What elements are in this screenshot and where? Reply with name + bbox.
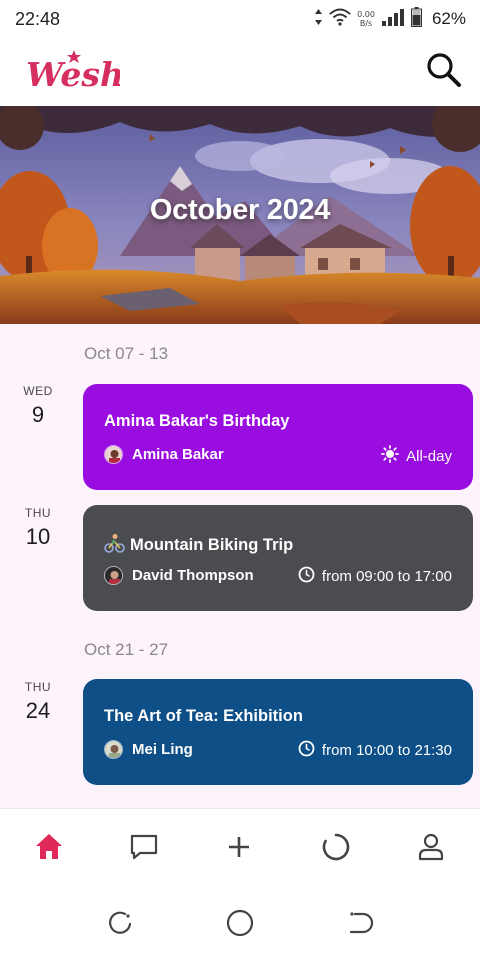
person-name: David Thompson	[132, 567, 254, 584]
app-logo[interactable]: Wesh	[24, 48, 124, 98]
back-icon	[349, 912, 374, 934]
week-label: Oct 21 - 27	[84, 640, 169, 659]
event-date: THU 10	[10, 506, 66, 550]
event-title-row: Mountain Biking Trip	[104, 533, 293, 558]
nav-activity[interactable]	[319, 830, 353, 864]
clock-icon	[298, 740, 315, 761]
day-number: 9	[31, 402, 45, 427]
system-navigation-bar	[0, 884, 480, 960]
person-name: Amina Bakar	[132, 446, 224, 463]
nav-home[interactable]	[32, 830, 66, 864]
person-name: Mei Ling	[132, 741, 193, 758]
day-number: 10	[25, 524, 51, 549]
home-button[interactable]	[225, 908, 255, 938]
status-icons: 0.00 B/s 62%	[314, 6, 466, 32]
event-date: THU 24	[10, 680, 66, 724]
event-person: Amina Bakar	[104, 445, 224, 464]
time-text: from 10:00 to 21:30	[321, 742, 452, 759]
search-icon	[427, 53, 461, 87]
event-time: from 10:00 to 21:30	[298, 740, 452, 761]
event-time: All-day	[381, 445, 452, 467]
recents-button[interactable]	[105, 908, 135, 938]
back-button[interactable]	[345, 908, 375, 938]
event-title: The Art of Tea: Exhibition	[104, 707, 303, 725]
time-text: All-day	[406, 447, 452, 465]
month-title: October 2024	[149, 194, 331, 226]
clock-icon	[298, 566, 315, 587]
sun-icon	[381, 445, 400, 467]
event-card[interactable]: The Art of Tea: Exhibition Mei Ling from…	[83, 679, 473, 785]
day-number: 24	[25, 698, 51, 723]
status-bar: 22:48 0.00 B/s 62%	[0, 0, 480, 38]
day-name: THU	[24, 506, 52, 520]
data-arrows-icon	[314, 8, 323, 31]
bottom-navigation	[0, 808, 480, 884]
event-card[interactable]: Mountain Biking Trip David Thompson from…	[83, 505, 473, 611]
net-speed-unit: B/s	[359, 19, 373, 28]
battery-icon	[410, 6, 422, 32]
net-speed-value: 0.00	[357, 10, 375, 19]
activity-ring-icon	[322, 833, 350, 861]
avatar	[104, 445, 123, 464]
day-name: THU	[24, 680, 52, 694]
event-title: Amina Bakar's Birthday	[104, 412, 290, 430]
day-name: WED	[23, 384, 53, 398]
event-person: Mei Ling	[104, 740, 193, 759]
nav-chat[interactable]	[127, 830, 161, 864]
chat-icon	[130, 834, 158, 860]
event-person: David Thompson	[104, 566, 254, 585]
profile-icon	[418, 833, 444, 861]
time-text: from 09:00 to 17:00	[321, 568, 452, 585]
app-bar: Wesh	[0, 38, 480, 106]
event-list[interactable]: Oct 07 - 13 WED 9 Amina Bakar's Birthday…	[0, 324, 480, 808]
recents-icon	[108, 911, 132, 934]
event-time: from 09:00 to 17:00	[298, 566, 452, 587]
mountain-biker-emoji-icon	[104, 533, 125, 558]
battery-percent: 62%	[431, 9, 466, 28]
home-circle-icon	[226, 909, 254, 937]
nav-profile[interactable]	[414, 830, 448, 864]
event-date: WED 9	[10, 384, 66, 428]
avatar	[104, 740, 123, 759]
home-icon	[36, 834, 62, 859]
net-speed: 0.00 B/s	[357, 10, 375, 28]
week-label: Oct 07 - 13	[84, 344, 169, 363]
event-title: Mountain Biking Trip	[130, 536, 294, 554]
avatar	[104, 566, 123, 585]
status-time: 22:48	[15, 9, 61, 29]
month-banner: October 2024	[0, 106, 480, 324]
search-button[interactable]	[424, 50, 464, 90]
wifi-icon	[329, 8, 351, 31]
nav-add[interactable]	[222, 830, 256, 864]
signal-icon	[381, 8, 405, 31]
event-card[interactable]: Amina Bakar's Birthday Amina Bakar All-d…	[83, 384, 473, 490]
svg-text:Wesh: Wesh	[26, 55, 120, 94]
add-icon	[229, 837, 249, 857]
